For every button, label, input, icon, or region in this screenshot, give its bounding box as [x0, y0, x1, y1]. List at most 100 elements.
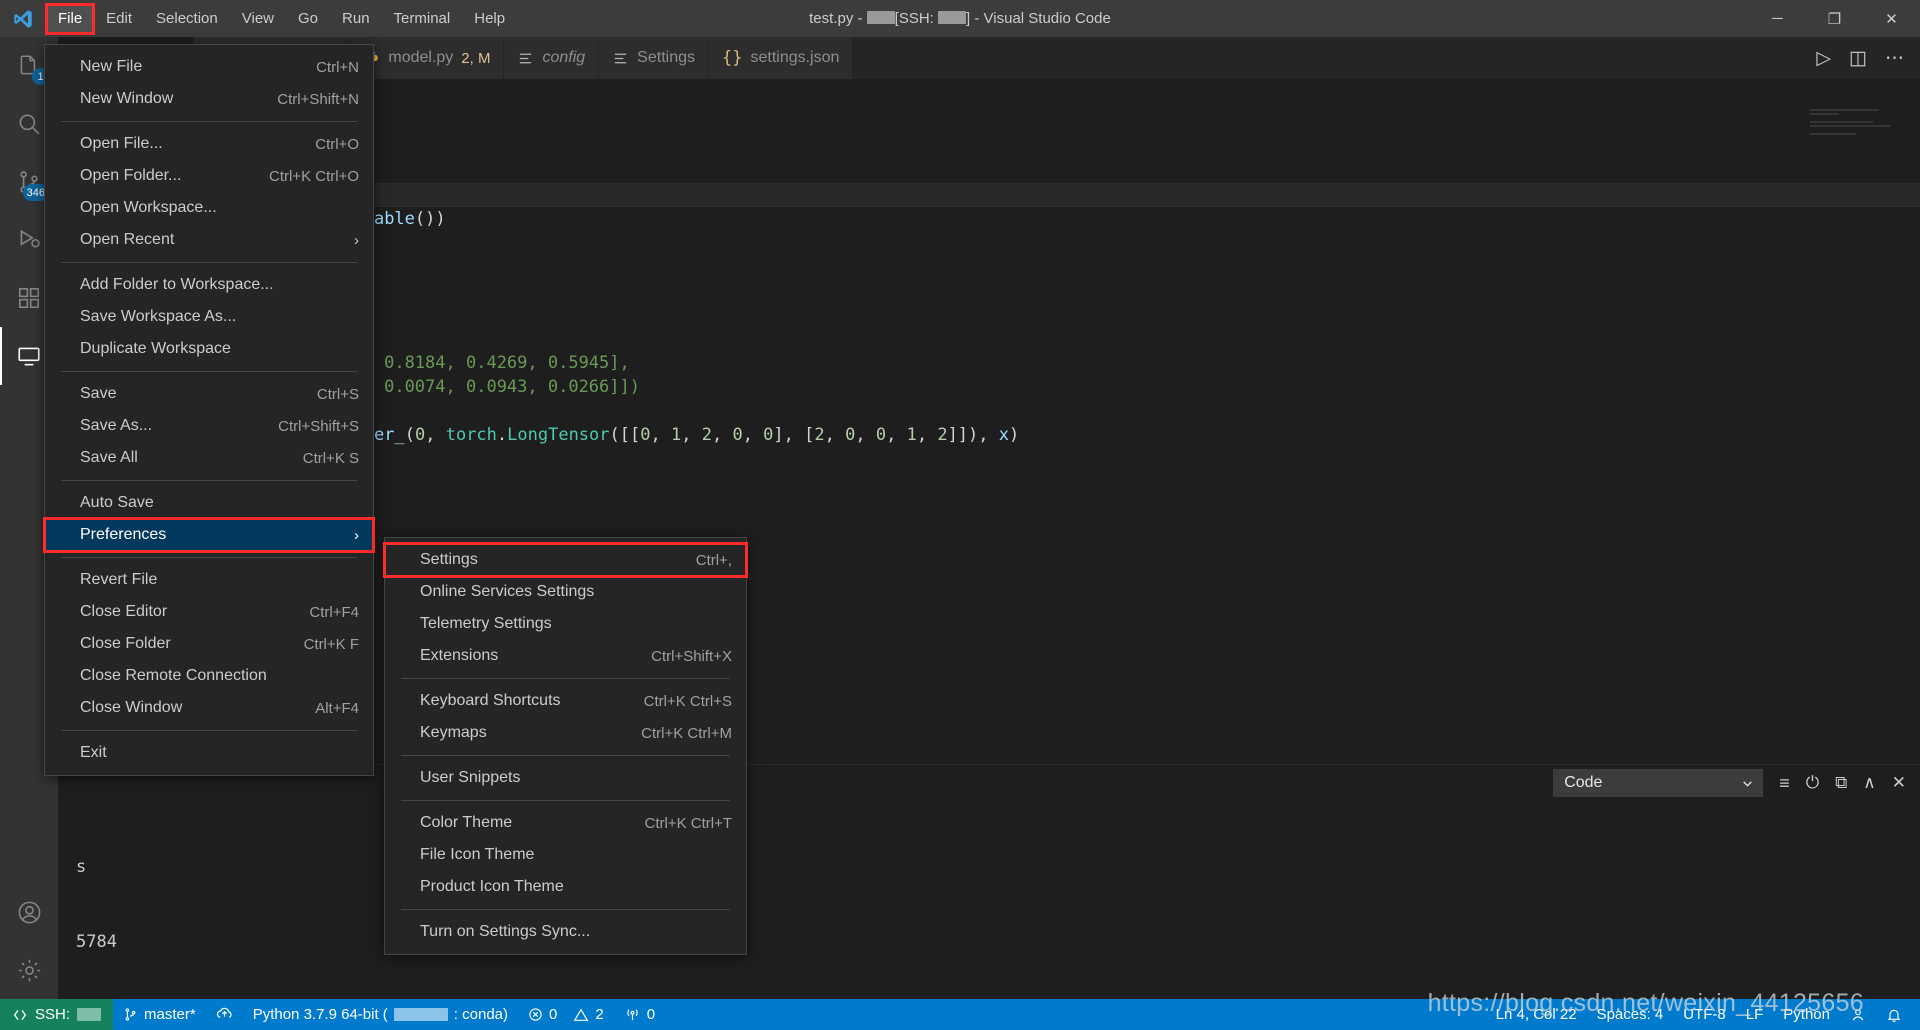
status-ports-count: 0: [647, 1006, 655, 1023]
menu-item-duplicate-workspace[interactable]: Duplicate Workspace: [45, 333, 373, 365]
menu-separator: [401, 800, 730, 801]
menubar-item-terminal[interactable]: Terminal: [383, 5, 462, 33]
menu-item-add-folder-to-workspace[interactable]: Add Folder to Workspace...: [45, 269, 373, 301]
menu-item-save-all[interactable]: Save AllCtrl+K S: [45, 442, 373, 474]
activity-item-manage-settings[interactable]: [0, 941, 58, 999]
menu-item-close-remote-connection[interactable]: Close Remote Connection: [45, 660, 373, 692]
menu-item-label: Turn on Settings Sync...: [420, 923, 732, 941]
menu-item-shortcut: Ctrl+Shift+N: [237, 91, 359, 108]
status-encoding[interactable]: UTF-8: [1673, 999, 1736, 1030]
status-python-interpreter[interactable]: Python 3.7.9 64-bit (: conda): [243, 999, 518, 1030]
status-notifications[interactable]: [1876, 999, 1920, 1030]
menu-item-auto-save[interactable]: Auto Save: [45, 487, 373, 519]
menubar-item-file[interactable]: File: [47, 5, 93, 33]
close-button[interactable]: ✕: [1863, 0, 1920, 37]
menu-item-open-folder[interactable]: Open Folder...Ctrl+K Ctrl+O: [45, 160, 373, 192]
status-remote-host[interactable]: SSH:: [0, 999, 113, 1030]
menubar-label: Terminal: [394, 10, 451, 27]
status-account[interactable]: [1840, 999, 1876, 1030]
menu-item-open-workspace[interactable]: Open Workspace...: [45, 192, 373, 224]
maximize-panel-icon[interactable]: ∧: [1863, 773, 1875, 793]
menu-item-file-icon-theme[interactable]: File Icon Theme: [385, 839, 746, 871]
tab-config[interactable]: config: [504, 37, 599, 79]
tab-settings-json[interactable]: {} settings.json: [709, 37, 853, 79]
status-warning-count: 2: [595, 1006, 603, 1023]
maximize-button[interactable]: ❐: [1806, 0, 1863, 37]
menu-item-label: New Window: [80, 90, 237, 108]
terminal-selector[interactable]: Code: [1553, 769, 1763, 797]
status-interpreter-label: Python 3.7.9 64-bit (: [253, 1006, 388, 1023]
split-terminal-icon[interactable]: ⧉: [1835, 773, 1847, 793]
menubar-item-go[interactable]: Go: [287, 5, 329, 33]
tab-label: config: [542, 49, 585, 67]
person-icon: [1850, 1007, 1866, 1023]
menu-item-online-services-settings[interactable]: Online Services Settings: [385, 576, 746, 608]
menu-item-user-snippets[interactable]: User Snippets: [385, 762, 746, 794]
menu-item-shortcut: Ctrl+Shift+X: [611, 648, 732, 665]
minimize-button[interactable]: ─: [1749, 0, 1806, 37]
status-remote-label: SSH:: [35, 1006, 70, 1023]
redacted-ssh-host: [938, 11, 966, 24]
menu-item-close-editor[interactable]: Close EditorCtrl+F4: [45, 596, 373, 628]
tab-settings[interactable]: Settings: [599, 37, 709, 79]
more-actions-icon[interactable]: ⋯: [1885, 47, 1904, 70]
menu-item-label: Preferences: [80, 526, 328, 544]
activity-item-accounts[interactable]: [0, 883, 58, 941]
status-sync[interactable]: [206, 999, 243, 1030]
menu-item-label: User Snippets: [420, 769, 732, 787]
status-branch[interactable]: master*: [113, 999, 206, 1030]
menu-item-open-recent[interactable]: Open Recent›: [45, 224, 373, 256]
redacted-host-name: [77, 1008, 101, 1021]
menubar-item-help[interactable]: Help: [463, 5, 516, 33]
menu-item-revert-file[interactable]: Revert File: [45, 564, 373, 596]
menubar-item-edit[interactable]: Edit: [95, 5, 143, 33]
clear-terminal-icon[interactable]: ≡: [1779, 773, 1790, 794]
menu-item-label: Open Recent: [80, 231, 328, 249]
menu-item-product-icon-theme[interactable]: Product Icon Theme: [385, 871, 746, 903]
menu-item-telemetry-settings[interactable]: Telemetry Settings: [385, 608, 746, 640]
status-language-mode[interactable]: Python: [1773, 999, 1840, 1030]
menu-item-keymaps[interactable]: KeymapsCtrl+K Ctrl+M: [385, 717, 746, 749]
menu-item-label: Keymaps: [420, 724, 601, 742]
split-editor-icon[interactable]: ◫: [1849, 47, 1867, 70]
status-bar: SSH: master* Python 3.7.9 64-bit (: cond…: [0, 999, 1920, 1030]
lock-terminal-icon[interactable]: ⏻: [1806, 773, 1819, 793]
menu-item-exit[interactable]: Exit: [45, 737, 373, 769]
terminal-output[interactable]: s 5784 _syn_data/train dataset: / n samp…: [58, 801, 1920, 1030]
menubar-item-view[interactable]: View: [231, 5, 285, 33]
menu-item-close-folder[interactable]: Close FolderCtrl+K F: [45, 628, 373, 660]
menu-item-save-workspace-as[interactable]: Save Workspace As...: [45, 301, 373, 333]
status-branch-label: master*: [144, 1006, 196, 1023]
menubar-item-selection[interactable]: Selection: [145, 5, 229, 33]
run-python-file-icon[interactable]: ▷: [1816, 47, 1831, 70]
menu-item-preferences[interactable]: Preferences›: [45, 519, 373, 551]
menu-item-close-window[interactable]: Close WindowAlt+F4: [45, 692, 373, 724]
menu-item-extensions[interactable]: ExtensionsCtrl+Shift+X: [385, 640, 746, 672]
menu-item-save-as[interactable]: Save As...Ctrl+Shift+S: [45, 410, 373, 442]
terminal-panel: Code ≡ ⏻ ⧉ ∧ ✕ s 5784 _syn_data/train da…: [58, 764, 1920, 999]
menu-item-new-file[interactable]: New FileCtrl+N: [45, 51, 373, 83]
menubar-label: Help: [474, 10, 505, 27]
menu-item-label: Auto Save: [80, 494, 359, 512]
status-indentation[interactable]: Spaces: 4: [1587, 999, 1674, 1030]
editor-actions: ▷ ◫ ⋯: [1800, 37, 1920, 79]
menu-separator: [61, 730, 357, 731]
minimap[interactable]: [1810, 109, 1906, 169]
status-problems[interactable]: 0 2: [518, 999, 614, 1030]
close-panel-icon[interactable]: ✕: [1892, 773, 1906, 793]
menu-item-save[interactable]: SaveCtrl+S: [45, 378, 373, 410]
menu-item-label: Open Workspace...: [80, 199, 359, 217]
status-eol[interactable]: LF: [1736, 999, 1774, 1030]
menu-item-new-window[interactable]: New WindowCtrl+Shift+N: [45, 83, 373, 115]
menu-separator: [61, 480, 357, 481]
status-forwarded-ports[interactable]: 0: [614, 999, 665, 1030]
remote-icon: [12, 1007, 28, 1023]
menu-item-shortcut: Ctrl+K F: [264, 636, 359, 653]
menu-item-turn-on-settings-sync[interactable]: Turn on Settings Sync...: [385, 916, 746, 948]
menubar-item-run[interactable]: Run: [331, 5, 381, 33]
status-cursor-position[interactable]: Ln 4, Col 22: [1486, 999, 1587, 1030]
menu-item-keyboard-shortcuts[interactable]: Keyboard ShortcutsCtrl+K Ctrl+S: [385, 685, 746, 717]
menu-item-color-theme[interactable]: Color ThemeCtrl+K Ctrl+T: [385, 807, 746, 839]
menu-item-open-file[interactable]: Open File...Ctrl+O: [45, 128, 373, 160]
menu-item-settings[interactable]: SettingsCtrl+,: [385, 544, 746, 576]
